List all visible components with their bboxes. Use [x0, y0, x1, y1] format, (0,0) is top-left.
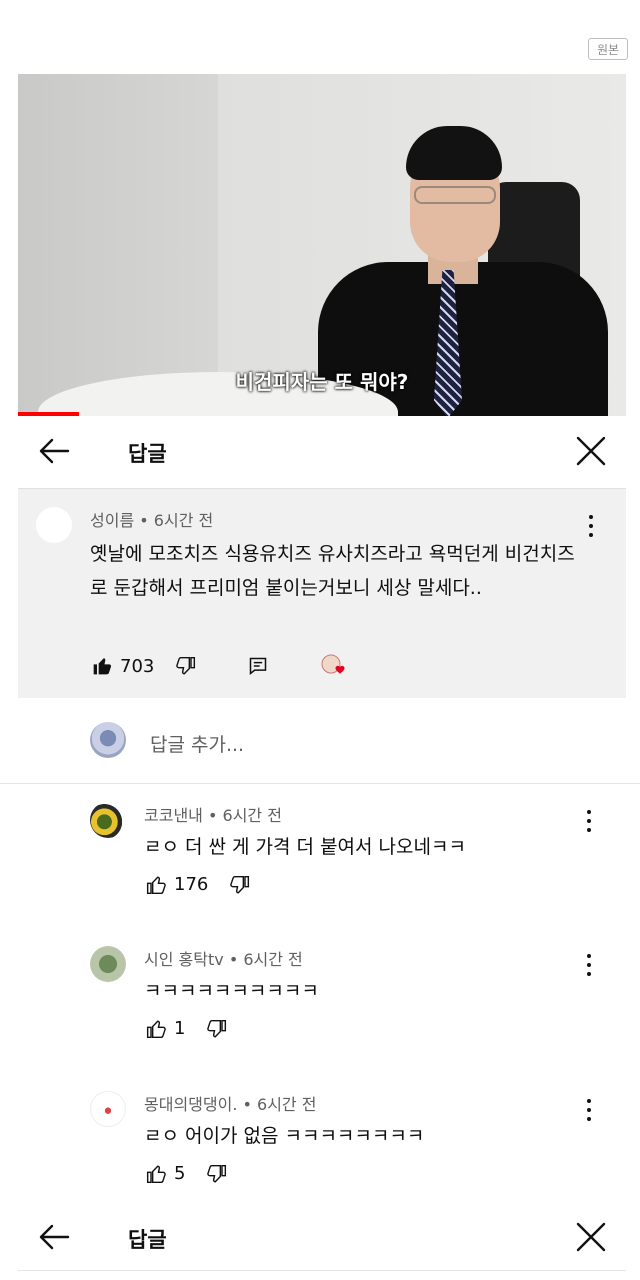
video-frame-glasses	[414, 186, 496, 204]
comment-author[interactable]: 성이름	[90, 511, 134, 530]
close-icon[interactable]	[574, 434, 608, 468]
reply-item: 코코낸내 • 6시간 전 ㄹㅇ 더 싼 게 가격 더 붙여서 나오네ㅋㅋ 176	[0, 802, 640, 946]
avatar[interactable]	[90, 802, 126, 838]
kebab-menu-icon[interactable]	[586, 1099, 592, 1121]
reply-comment-icon[interactable]	[248, 656, 268, 676]
meta-separator: •	[242, 1095, 252, 1114]
avatar[interactable]	[36, 507, 72, 543]
creator-heart-icon	[321, 654, 345, 674]
comment-actions: 176	[146, 874, 250, 895]
comment-meta: 성이름 • 6시간 전	[90, 507, 213, 531]
thumbs-up-icon[interactable]	[146, 1164, 166, 1184]
add-reply-input[interactable]: 답글 추가...	[150, 730, 244, 757]
comment-text: ㄹㅇ 더 싼 게 가격 더 붙여서 나오네ㅋㅋ	[144, 836, 466, 858]
kebab-menu-icon[interactable]	[586, 954, 592, 976]
close-icon[interactable]	[574, 1220, 608, 1254]
comment-time: 6시간 전	[243, 950, 303, 969]
parent-comment: 성이름 • 6시간 전 옛날에 모조치즈 식용유치즈 유사치즈라고 욕먹던게 비…	[18, 488, 626, 698]
thumbs-up-icon[interactable]	[146, 875, 166, 895]
video-subtitle: 비건피자는 또 뭐야?	[235, 370, 409, 394]
reply-item: 시인 홍탁tv • 6시간 전 ㅋㅋㅋㅋㅋㅋㅋㅋㅋㅋ 1	[0, 946, 640, 1090]
replies-header: 답글	[0, 416, 640, 486]
video-frame-wall	[18, 74, 218, 416]
comment-text: ㄹㅇ 어이가 없음 ㅋㅋㅋㅋㅋㅋㅋㅋ	[144, 1125, 425, 1147]
thumbs-down-icon[interactable]	[176, 656, 196, 676]
kebab-menu-icon[interactable]	[588, 515, 594, 537]
comment-author[interactable]: 코코낸내	[144, 806, 203, 825]
comment-author[interactable]: 시인 홍탁tv	[144, 950, 224, 969]
like-count: 1	[174, 1018, 186, 1039]
thumbs-down-icon[interactable]	[230, 875, 250, 895]
like-count: 5	[174, 1163, 186, 1184]
avatar[interactable]	[90, 1091, 126, 1127]
panel-title: 답글	[128, 1228, 167, 1252]
back-arrow-icon[interactable]	[38, 1222, 70, 1252]
like-count: 703	[120, 655, 155, 677]
comment-text: ㅋㅋㅋㅋㅋㅋㅋㅋㅋㅋ	[144, 980, 319, 1002]
comment-actions: 1	[146, 1018, 227, 1039]
panel-title: 답글	[128, 442, 167, 466]
meta-separator: •	[139, 511, 149, 530]
comment-meta: 시인 홍탁tv • 6시간 전	[144, 946, 303, 970]
thumbs-down-icon[interactable]	[207, 1164, 227, 1184]
video-player[interactable]: 비건피자는 또 뭐야?	[18, 74, 626, 416]
comment-time: 6시간 전	[257, 1095, 317, 1114]
avatar[interactable]	[90, 946, 126, 982]
comment-time: 6시간 전	[153, 511, 214, 530]
add-reply-row[interactable]: 답글 추가...	[0, 716, 640, 784]
thumbs-up-icon[interactable]	[92, 656, 112, 676]
meta-separator: •	[228, 950, 239, 969]
comment-text: 옛날에 모조치즈 식용유치즈 유사치즈라고 욕먹던게 비건치즈로 둔갑해서 프리…	[90, 543, 575, 599]
meta-separator: •	[207, 806, 218, 825]
like-count: 176	[174, 874, 209, 895]
kebab-menu-icon[interactable]	[586, 810, 592, 832]
original-badge[interactable]: 원본	[588, 38, 628, 60]
comment-actions: 703	[92, 653, 348, 679]
comment-time: 6시간 전	[222, 806, 282, 825]
comment-meta: 몽대의댕댕이. • 6시간 전	[144, 1091, 316, 1115]
back-arrow-icon[interactable]	[38, 436, 70, 466]
comment-meta: 코코낸내 • 6시간 전	[144, 802, 282, 826]
thumbs-up-icon[interactable]	[146, 1019, 166, 1039]
divider	[18, 1270, 626, 1271]
replies-header: 답글	[0, 1202, 640, 1272]
comment-actions: 5	[146, 1163, 227, 1184]
my-avatar	[90, 722, 126, 758]
thumbs-down-icon[interactable]	[207, 1019, 227, 1039]
comment-author[interactable]: 몽대의댕댕이.	[144, 1095, 237, 1114]
